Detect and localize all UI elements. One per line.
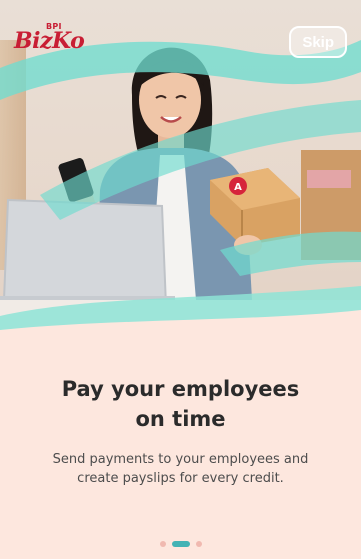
onboarding-title: Pay your employees on time [61, 377, 300, 431]
bizko-logo: BPI BizKo [14, 14, 85, 64]
page-indicator [0, 541, 361, 547]
page-dot[interactable] [159, 541, 166, 547]
logo-wordmark: BizKo [14, 28, 85, 54]
onboarding-screen: A BPI BizKo Skip Pay your employees on t… [0, 0, 361, 559]
page-dot-active[interactable] [171, 541, 190, 547]
onboarding-subtitle: Send payments to your employees and crea… [52, 452, 309, 486]
page-dot[interactable] [195, 541, 202, 547]
skip-button[interactable]: Skip [289, 26, 347, 58]
